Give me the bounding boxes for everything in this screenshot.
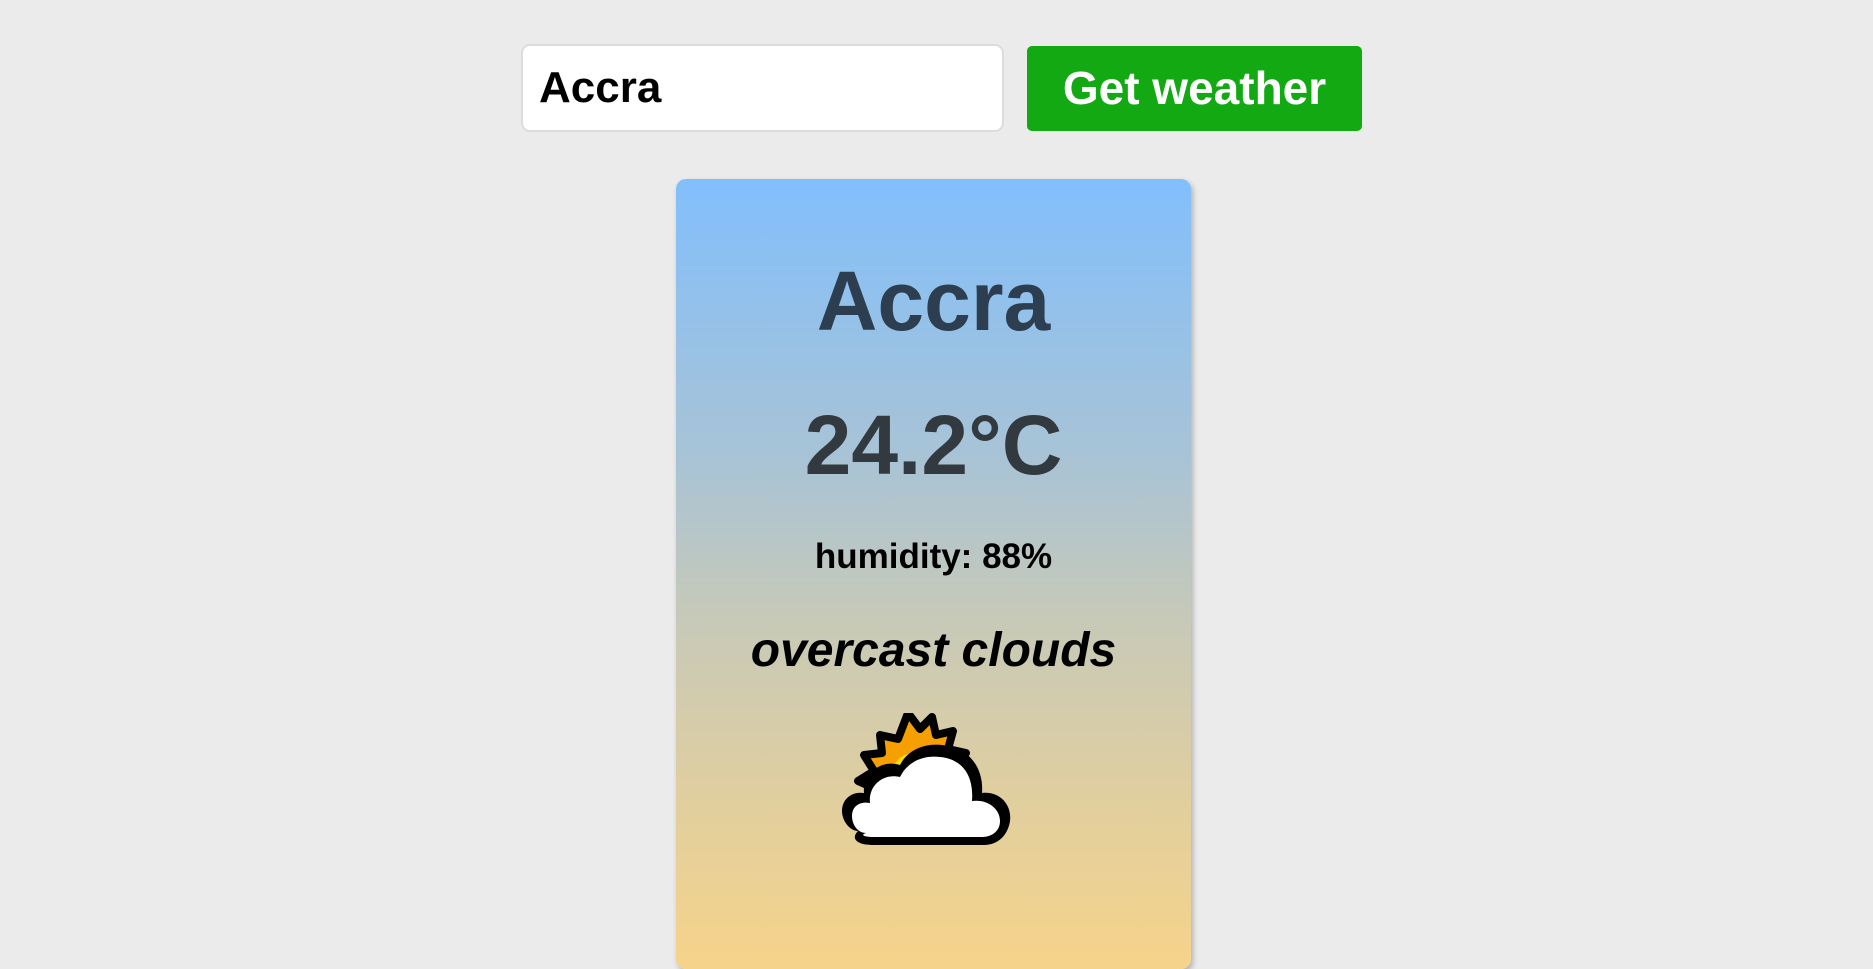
city-name: Accra [816, 254, 1051, 348]
weather-description: overcast clouds [750, 624, 1117, 677]
weather-card: Accra 24.2°C humidity: 88% overcast clou… [676, 179, 1191, 969]
humidity: humidity: 88% [814, 537, 1053, 576]
partly-cloudy-sun-icon [842, 713, 1011, 845]
search-bar: Get weather [521, 44, 1362, 132]
temperature: 24.2°C [804, 398, 1063, 492]
get-weather-button[interactable]: Get weather [1027, 45, 1362, 131]
city-input[interactable] [521, 44, 1004, 132]
